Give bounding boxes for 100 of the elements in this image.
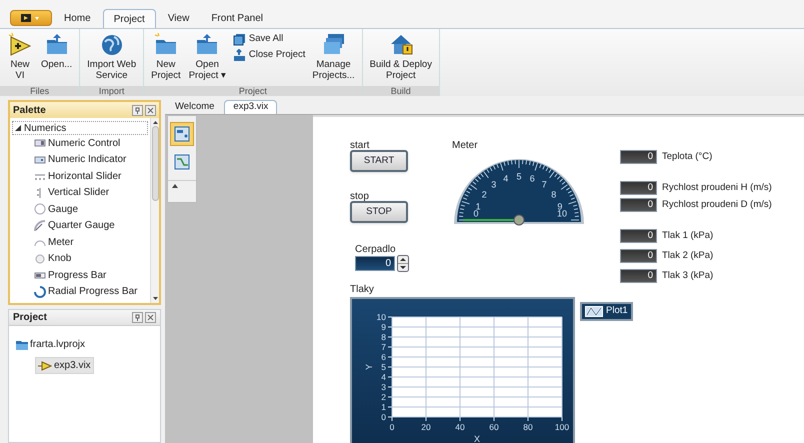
collapse-icon — [172, 183, 178, 188]
ribbon-button[interactable]: Close Project — [232, 48, 306, 62]
panel-title: Project — [13, 311, 47, 325]
indicator-label: Tlak 2 (kPa) — [662, 249, 714, 263]
close-icon[interactable] — [145, 104, 156, 116]
vi-icon — [8, 32, 32, 56]
scale-label: 1 — [476, 202, 481, 212]
ribbon-tab[interactable]: View — [158, 9, 200, 28]
scale-label: 2 — [482, 190, 487, 200]
indicator-label: Rychlost proudeni D (m/s) — [662, 198, 772, 212]
close-project-icon — [232, 48, 246, 62]
y-tick-label: 2 — [381, 392, 386, 402]
x-tick-label: 60 — [489, 422, 499, 432]
boolean-button[interactable]: START — [350, 150, 408, 172]
y-tick-label: 3 — [381, 382, 386, 392]
scale-label: 5 — [516, 172, 522, 182]
application-icon — [20, 13, 42, 23]
ribbon-button[interactable]: Manage Projects... — [309, 32, 358, 81]
scrollbar[interactable] — [150, 118, 159, 303]
y-tick-label: 6 — [381, 352, 386, 362]
control-icon — [34, 286, 46, 298]
view-toggle-button[interactable] — [170, 122, 194, 146]
control-caption: Meter — [452, 139, 478, 153]
numeric-indicator: 0 — [620, 181, 657, 195]
y-tick-label: 10 — [376, 312, 386, 322]
palette-item[interactable]: Quarter Gauge — [48, 218, 115, 234]
ribbon-button[interactable]: New VI — [4, 32, 36, 81]
indicator-label: Teplota (°C) — [662, 150, 712, 164]
scale-label: 6 — [530, 174, 535, 184]
plot-line-icon — [585, 306, 603, 317]
x-tick-label: 40 — [455, 422, 465, 432]
axis-title: X — [474, 434, 480, 443]
scroll-thumb[interactable] — [152, 126, 158, 201]
document-tab[interactable]: Welcome — [167, 100, 222, 114]
globe-icon — [100, 32, 124, 56]
palette-item[interactable]: Progress Bar — [48, 268, 106, 283]
palette-item[interactable]: Vertical Slider — [48, 185, 110, 200]
ribbon-button[interactable]: Open Project ▾ — [186, 32, 229, 81]
indicator-label: Tlak 3 (kPa) — [662, 269, 714, 283]
control-caption: Tlaky — [350, 283, 374, 297]
palette-item[interactable]: Knob — [48, 251, 72, 266]
scale-label: 4 — [503, 174, 508, 184]
y-tick-label: 8 — [381, 332, 386, 342]
pin-icon[interactable] — [132, 104, 143, 116]
x-tick-label: 100 — [554, 422, 570, 432]
vi-icon — [38, 360, 52, 370]
spinner-icon[interactable] — [397, 255, 409, 272]
ribbon-button[interactable]: New Project — [148, 32, 184, 81]
control-icon — [34, 137, 46, 150]
x-tick-label: 20 — [421, 422, 431, 432]
palette-item[interactable]: Meter — [48, 234, 74, 250]
control-icon — [34, 154, 46, 166]
y-tick-label: 1 — [381, 402, 386, 412]
palette-item[interactable]: Numeric Indicator — [48, 152, 126, 168]
palette-item[interactable]: Numeric Control — [48, 136, 120, 151]
ribbon-button[interactable]: Import Web Service — [84, 32, 140, 81]
y-tick-label: 4 — [381, 372, 386, 382]
meter-needle — [463, 214, 524, 226]
control-icon — [34, 220, 46, 232]
folder-icon — [154, 32, 178, 56]
group-label: Files — [0, 86, 80, 96]
ribbon-button[interactable]: Open... — [38, 32, 76, 70]
palette-item[interactable]: Gauge — [48, 202, 78, 217]
axis-title: Y — [364, 364, 374, 370]
numeric-indicator: 0 — [620, 269, 657, 283]
ribbon-button[interactable]: Save All — [232, 32, 306, 46]
project-item[interactable]: frarta.lvprojx — [13, 336, 88, 353]
indicator-label: Rychlost proudeni H (m/s) — [662, 181, 772, 195]
scale-label: 0 — [474, 210, 478, 218]
diagram-icon — [173, 153, 191, 171]
ribbon-tab[interactable]: Project — [102, 9, 156, 28]
y-tick-label: 0 — [381, 412, 386, 422]
scale-label: 9 — [557, 202, 562, 212]
project-item[interactable]: exp3.vix — [35, 357, 94, 374]
plot-legend[interactable]: Plot1 — [580, 302, 633, 321]
numeric-indicator: 0 — [620, 229, 657, 243]
document-tab[interactable]: exp3.vix — [224, 100, 278, 114]
ribbon-tab[interactable]: Front Panel — [201, 9, 274, 28]
house-warning-icon — [388, 32, 413, 56]
folders-icon — [322, 32, 346, 56]
folder-icon — [195, 32, 220, 56]
scale-label: 7 — [542, 180, 547, 190]
palette-item[interactable]: Horizontal Slider — [48, 168, 122, 184]
numeric-control[interactable]: 0 — [355, 256, 395, 271]
ribbon-button[interactable]: Build & Deploy Project — [366, 32, 435, 81]
palette-item[interactable]: Radial Progress Bar — [48, 284, 138, 300]
scale-label: 10 — [557, 210, 567, 218]
control-caption: stop — [350, 190, 369, 204]
ribbon-tab[interactable]: Home — [54, 9, 101, 28]
x-tick-label: 80 — [523, 422, 533, 432]
tree-category[interactable]: Numerics — [12, 121, 148, 135]
boolean-button[interactable]: STOP — [350, 201, 408, 223]
pin-icon[interactable] — [132, 312, 143, 323]
y-tick-label: 9 — [381, 322, 386, 332]
application-menu-button[interactable] — [10, 10, 52, 26]
control-icon — [34, 252, 46, 265]
numeric-indicator: 0 — [620, 249, 657, 263]
close-icon[interactable] — [145, 312, 156, 323]
control-caption: Cerpadlo — [355, 243, 396, 257]
panel-icon — [173, 125, 191, 143]
